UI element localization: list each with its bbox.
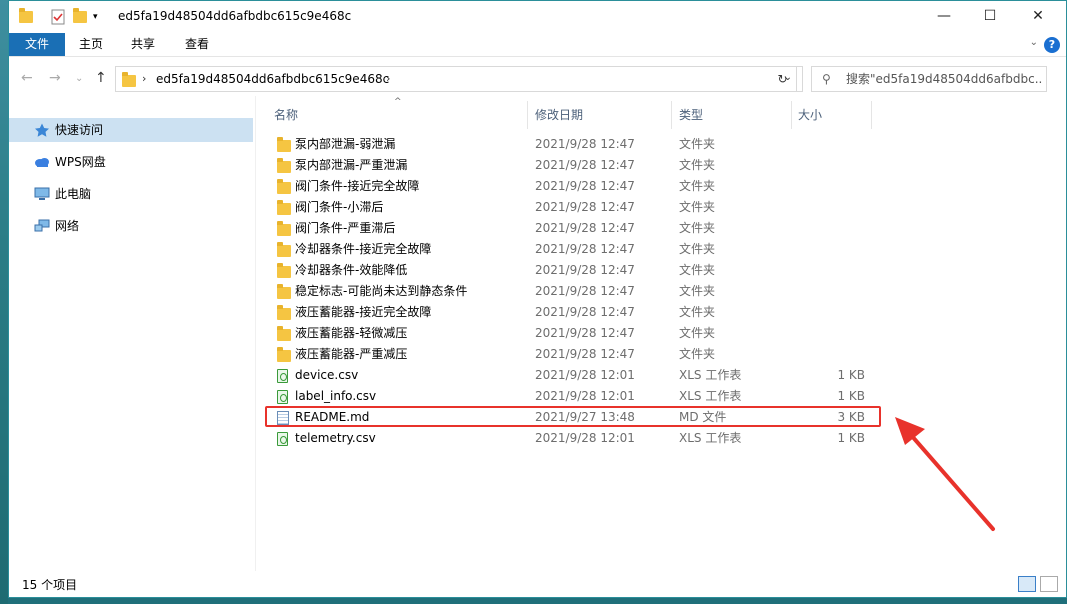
list-item[interactable]: 冷却器条件-接近完全故障 2021/9/28 12:47 文件夹 — [269, 239, 889, 260]
list-item[interactable]: 冷却器条件-效能降低 2021/9/28 12:47 文件夹 — [269, 260, 889, 281]
up-arrow-icon[interactable]: ↑ — [95, 70, 107, 86]
folder-icon — [277, 347, 291, 362]
pane-divider[interactable] — [255, 96, 256, 571]
column-header-date[interactable]: 修改日期 — [535, 101, 583, 129]
folder-icon — [277, 326, 291, 341]
column-divider[interactable] — [791, 101, 792, 129]
search-input[interactable] — [846, 71, 1042, 87]
ribbon-tabs: 文件 主页 共享 查看 ⌄ ? — [9, 33, 1066, 57]
star-icon — [35, 123, 49, 137]
large-icons-view-icon[interactable] — [1040, 576, 1058, 592]
sidebar-item-wps-cloud[interactable]: WPS网盘 — [9, 150, 253, 174]
column-header-name[interactable]: 名称 — [274, 101, 298, 129]
list-item[interactable]: 泵内部泄漏-弱泄漏 2021/9/28 12:47 文件夹 — [269, 134, 889, 155]
navigation-pane: 快速访问 WPS网盘 此电脑 网络 — [9, 113, 255, 573]
tab-view[interactable]: 查看 — [177, 33, 217, 56]
list-item[interactable]: label_info.csv 2021/9/28 12:01 XLS 工作表 1 KB — [269, 386, 889, 407]
navigation-row: ← → ⌄ ↑ › ed5fa19d48504dd6afbdbc615c9e46… — [9, 62, 1066, 96]
list-item[interactable]: 液压蓄能器-接近完全故障 2021/9/28 12:47 文件夹 — [269, 302, 889, 323]
list-item[interactable]: 泵内部泄漏-严重泄漏 2021/9/28 12:47 文件夹 — [269, 155, 889, 176]
details-view-icon[interactable] — [1018, 576, 1036, 592]
file-list: 泵内部泄漏-弱泄漏 2021/9/28 12:47 文件夹 泵内部泄漏-严重泄漏 20… — [269, 134, 889, 449]
minimize-button[interactable]: — — [921, 1, 967, 31]
sidebar-item-label: 快速访问 — [55, 123, 104, 137]
sidebar-item-label: 网络 — [55, 219, 80, 233]
sidebar-item-label: WPS网盘 — [55, 155, 106, 169]
folder-icon — [277, 305, 291, 320]
address-bar[interactable]: › ed5fa19d48504dd6afbdbc615c9e468c › ⌄ — [115, 66, 803, 92]
tab-share[interactable]: 共享 — [123, 33, 163, 56]
folder-icon — [277, 179, 291, 194]
folder-icon — [277, 263, 291, 278]
search-box[interactable]: ⚲ — [811, 66, 1047, 92]
address-path[interactable]: ed5fa19d48504dd6afbdbc615c9e468c — [156, 72, 389, 86]
sort-ascending-icon: ^ — [394, 97, 402, 107]
list-item[interactable]: 液压蓄能器-严重减压 2021/9/28 12:47 文件夹 — [269, 344, 889, 365]
help-icon[interactable]: ? — [1044, 37, 1060, 53]
column-divider[interactable] — [527, 101, 528, 129]
search-icon: ⚲ — [822, 72, 831, 86]
tab-home[interactable]: 主页 — [71, 33, 111, 56]
tab-file[interactable]: 文件 — [9, 33, 65, 56]
computer-icon — [34, 187, 50, 200]
spreadsheet-file-icon — [277, 390, 288, 404]
folder-icon — [277, 137, 291, 152]
quick-access-folder-icon[interactable] — [19, 8, 33, 26]
column-header-size[interactable]: 大小 — [798, 101, 822, 129]
column-header-type[interactable]: 类型 — [679, 101, 703, 129]
annotation-arrow-icon — [895, 417, 995, 531]
folder-icon — [277, 158, 291, 173]
title-bar: ▾ ed5fa19d48504dd6afbdbc615c9e468c — ☐ ✕ — [9, 1, 1066, 33]
refresh-button[interactable]: ↻ — [769, 66, 797, 92]
folder-icon — [277, 200, 291, 215]
list-item[interactable]: 阀门条件-接近完全故障 2021/9/28 12:47 文件夹 — [269, 176, 889, 197]
list-item[interactable]: 稳定标志-可能尚未达到静态条件 2021/9/28 12:47 文件夹 — [269, 281, 889, 302]
desktop-background — [0, 0, 8, 604]
recent-locations-chevron-icon[interactable]: ⌄ — [75, 73, 83, 84]
new-folder-icon[interactable] — [73, 8, 87, 26]
properties-icon[interactable] — [51, 8, 65, 26]
back-arrow-icon[interactable]: ← — [21, 70, 33, 86]
list-item[interactable]: 液压蓄能器-轻微减压 2021/9/28 12:47 文件夹 — [269, 323, 889, 344]
folder-icon — [277, 284, 291, 299]
expand-ribbon-chevron-icon[interactable]: ⌄ — [1030, 37, 1038, 48]
column-divider[interactable] — [871, 101, 872, 129]
list-item[interactable]: 阀门条件-小滞后 2021/9/28 12:47 文件夹 — [269, 197, 889, 218]
folder-icon — [277, 242, 291, 257]
breadcrumb-separator-icon[interactable]: › — [142, 72, 146, 85]
close-button[interactable]: ✕ — [1015, 1, 1061, 31]
customize-toolbar-chevron-icon[interactable]: ▾ — [93, 8, 98, 26]
spreadsheet-file-icon — [277, 432, 288, 446]
column-divider[interactable] — [671, 101, 672, 129]
list-item[interactable]: device.csv 2021/9/28 12:01 XLS 工作表 1 KB — [269, 365, 889, 386]
spreadsheet-file-icon — [277, 369, 288, 383]
status-bar-count: 15 个项目 — [22, 578, 78, 592]
view-toggle-group — [1018, 576, 1058, 592]
annotation-highlight-box — [265, 406, 881, 427]
sidebar-item-this-pc[interactable]: 此电脑 — [9, 182, 253, 206]
network-icon — [34, 219, 50, 232]
refresh-icon: ↻ — [777, 72, 788, 86]
address-folder-icon — [122, 72, 136, 87]
sidebar-item-label: 此电脑 — [55, 187, 92, 201]
list-item[interactable]: 阀门条件-严重滞后 2021/9/28 12:47 文件夹 — [269, 218, 889, 239]
cloud-icon — [35, 158, 49, 167]
window-title: ed5fa19d48504dd6afbdbc615c9e468c — [118, 9, 352, 23]
breadcrumb-separator-icon[interactable]: › — [386, 72, 390, 85]
sidebar-item-quick-access[interactable]: 快速访问 — [9, 118, 253, 142]
list-item[interactable]: telemetry.csv 2021/9/28 12:01 XLS 工作表 1 KB — [269, 428, 889, 449]
maximize-button[interactable]: ☐ — [967, 1, 1013, 31]
sidebar-item-network[interactable]: 网络 — [9, 214, 253, 238]
folder-icon — [277, 221, 291, 236]
forward-arrow-icon[interactable]: → — [49, 70, 61, 86]
file-explorer-window: ▾ ed5fa19d48504dd6afbdbc615c9e468c — ☐ ✕… — [8, 0, 1067, 598]
